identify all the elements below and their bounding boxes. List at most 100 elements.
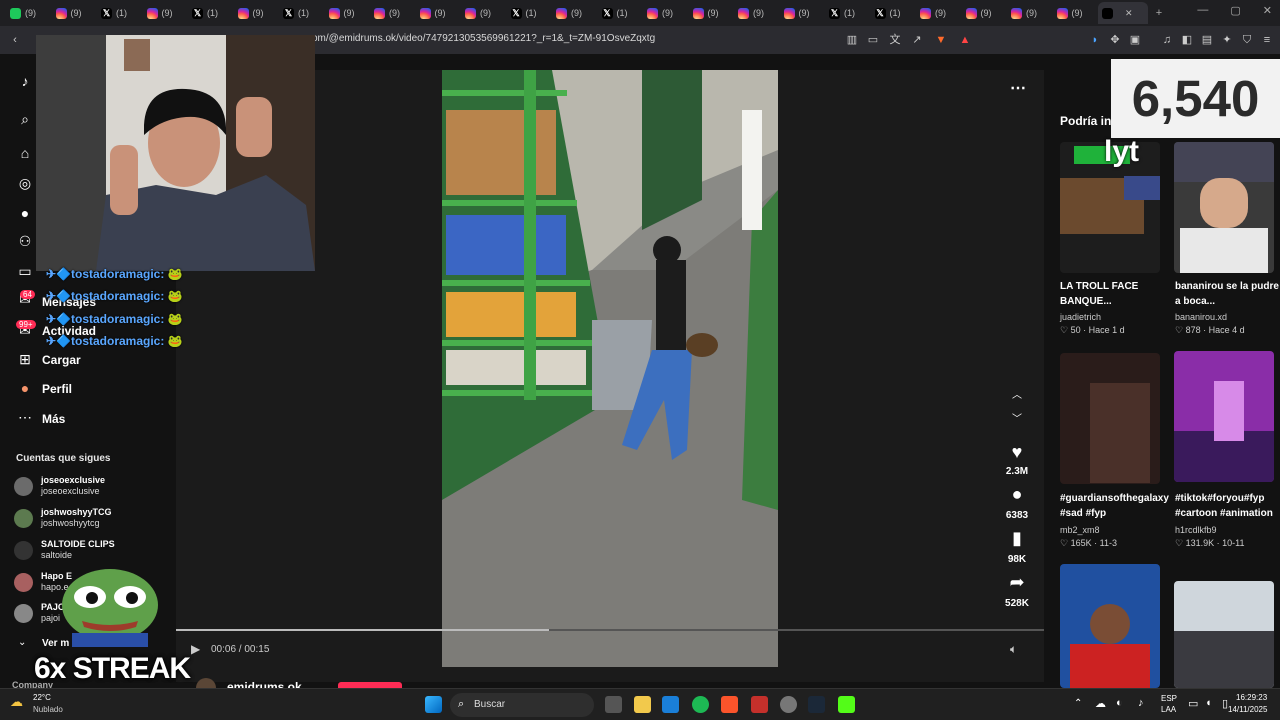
more-options-icon[interactable]: ⋯ [1010, 78, 1026, 98]
windows-start-icon[interactable] [425, 696, 442, 713]
lang-2[interactable]: LAA [1161, 705, 1176, 714]
weather-text[interactable]: Nublado [33, 705, 63, 714]
reader-icon[interactable]: ▥ [845, 33, 859, 47]
browser-tab[interactable]: (9) [962, 2, 1008, 24]
leo-ai-icon[interactable]: ✦ [1220, 33, 1234, 47]
bookmark-icon[interactable]: ▮ [1007, 528, 1027, 548]
rec-author[interactable]: juadietrich [1060, 312, 1101, 322]
profile-avatar-icon[interactable]: ● [16, 379, 34, 397]
browser-tab[interactable]: (9) [1053, 2, 1099, 24]
rec-author[interactable]: h1rcdlkfb9 [1175, 525, 1217, 535]
nav-profile[interactable]: Perfil [42, 382, 72, 396]
share-arrow-icon[interactable]: ➦ [1007, 572, 1027, 592]
network-tray-icon[interactable]: ◐ [1116, 697, 1123, 709]
browser-tab[interactable]: (9) [1007, 2, 1053, 24]
brave-shield-icon[interactable]: ▼ [934, 33, 948, 47]
browser-tab[interactable]: (9) [461, 2, 507, 24]
browser-tab[interactable]: (9) [370, 2, 416, 24]
browser-tab[interactable]: (9) [689, 2, 735, 24]
live-icon[interactable]: ▭ [16, 262, 34, 280]
lang-1[interactable]: ESP [1161, 694, 1177, 703]
clock-time[interactable]: 16:29:23 [1236, 693, 1267, 702]
steam-icon[interactable] [808, 696, 825, 713]
spotify-icon[interactable] [692, 696, 709, 713]
music-icon[interactable]: ♫ [1160, 33, 1174, 47]
close-window-icon[interactable]: ✕ [1263, 4, 1272, 17]
chevron-down-icon[interactable]: ⌄ [18, 637, 26, 648]
browser-tab[interactable]: (9) [6, 2, 52, 24]
upload-icon[interactable]: ⊞ [16, 350, 34, 368]
author-name[interactable]: emidrums.ok [227, 680, 302, 688]
following-item[interactable]: joseoexclusive joseoexclusive [14, 475, 105, 497]
search-icon[interactable]: ⌕ [16, 110, 34, 128]
close-tab-icon[interactable]: ✕ [1125, 8, 1133, 19]
rec-title[interactable]: #tiktok#foryou#fyp #cartoon #animation [1175, 491, 1279, 521]
nav-more[interactable]: Más [42, 412, 65, 426]
browser-tab[interactable]: 𝕏 (1) [188, 2, 234, 24]
rec-thumbnail[interactable] [1060, 353, 1160, 484]
like-icon[interactable]: ♥ [1007, 442, 1027, 462]
kick-icon[interactable] [838, 696, 855, 713]
browser-tab[interactable]: (9) [780, 2, 826, 24]
rec-thumbnail[interactable] [1174, 142, 1274, 273]
wallet-card-icon[interactable]: ▤ [1200, 33, 1214, 47]
sound-playing-icon[interactable]: ◗ [1088, 33, 1102, 47]
browser-tab[interactable]: 𝕏 (1) [279, 2, 325, 24]
browser-tab-active[interactable]: ✕ [1098, 2, 1148, 24]
browser-tab[interactable]: (9) [734, 2, 780, 24]
app-icon[interactable] [751, 696, 768, 713]
sidebar-icon[interactable]: ◧ [1180, 33, 1194, 47]
file-explorer-icon[interactable] [634, 696, 651, 713]
rec-title[interactable]: bananirou se la pudre a boca... [1175, 279, 1279, 309]
comment-icon[interactable]: ● [1007, 484, 1027, 504]
more-icon[interactable]: ⋯ [16, 408, 34, 426]
browser-tab[interactable]: (9) [552, 2, 598, 24]
browser-tab[interactable]: (9) [643, 2, 689, 24]
onedrive-icon[interactable]: ☁ [1095, 697, 1106, 710]
taskbar-search[interactable]: ⌕ Buscar [450, 693, 594, 717]
clock-date[interactable]: 14/11/2025 [1228, 705, 1267, 714]
new-tab-button[interactable]: + [1148, 7, 1170, 19]
browser-tab[interactable]: 𝕏 (1) [825, 2, 871, 24]
vpn-shield-icon[interactable]: ⛉ [1240, 33, 1254, 47]
rec-title[interactable]: LA TROLL FACE BANQUE... [1060, 279, 1164, 309]
menu-icon[interactable]: ≡ [1260, 33, 1274, 47]
task-view-icon[interactable] [605, 696, 622, 713]
speaker-icon[interactable]: ◖ [1205, 697, 1212, 709]
rec-title[interactable]: #guardiansofthegalaxy #sad #fyp [1060, 491, 1169, 521]
live-avatar-icon[interactable]: ● [16, 204, 34, 222]
rec-thumbnail[interactable] [1174, 351, 1274, 482]
microphone-icon[interactable]: ♪ [1138, 697, 1144, 709]
brave-icon[interactable] [721, 696, 738, 713]
browser-tab[interactable]: (9) [234, 2, 280, 24]
browser-tab[interactable]: 𝕏 (1) [507, 2, 553, 24]
following-item[interactable]: SALTOIDE CLIPS saltoide [14, 539, 115, 561]
explore-icon[interactable]: ◎ [16, 174, 34, 192]
rec-thumbnail[interactable] [1174, 581, 1274, 688]
rec-author[interactable]: bananirou.xd [1175, 312, 1227, 322]
browser-tab[interactable]: (9) [416, 2, 462, 24]
weather-temp[interactable]: 22°C [33, 693, 51, 702]
browser-tab[interactable]: (9) [916, 2, 962, 24]
weather-icon[interactable]: ☁ [10, 694, 23, 710]
browser-tab[interactable]: (9) [325, 2, 371, 24]
wifi-icon[interactable]: ▭ [1188, 697, 1198, 710]
browser-tab[interactable]: 𝕏 (1) [598, 2, 644, 24]
browser-tab[interactable]: (9) [52, 2, 98, 24]
tray-chevron-icon[interactable]: ⌃ [1074, 698, 1082, 709]
minimize-icon[interactable]: — [1197, 4, 1208, 17]
media-app-icon[interactable] [780, 696, 797, 713]
url-field[interactable]: om/@emidrums.ok/video/747921305356996122… [312, 33, 655, 44]
home-icon[interactable]: ⌂ [16, 144, 34, 162]
brave-rewards-icon[interactable]: ▲ [958, 33, 972, 47]
maximize-icon[interactable]: ▢ [1230, 4, 1240, 17]
play-icon[interactable]: ▶ [191, 642, 200, 656]
share-icon[interactable]: ↗ [910, 33, 924, 47]
browser-tab[interactable]: 𝕏 (1) [871, 2, 917, 24]
browser-tab[interactable]: (9) [143, 2, 189, 24]
nav-upload[interactable]: Cargar [42, 353, 81, 367]
tiktok-logo-icon[interactable]: ♪ [16, 72, 34, 90]
back-icon[interactable]: ‹ [8, 33, 22, 47]
following-icon[interactable]: ⚇ [16, 232, 34, 250]
rec-thumbnail[interactable] [1060, 564, 1160, 688]
